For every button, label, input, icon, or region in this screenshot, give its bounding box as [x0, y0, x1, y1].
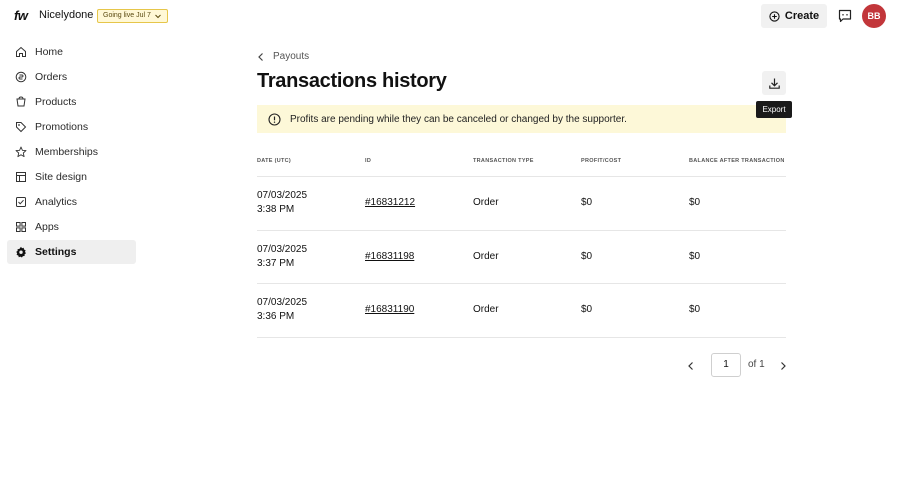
- cell-time: 3:36 PM: [257, 311, 295, 323]
- go-live-label: Going live Jul 7: [103, 12, 151, 19]
- gear-icon: [15, 246, 27, 258]
- chevron-left-icon: [258, 52, 263, 61]
- store-name[interactable]: Nicelydone: [39, 9, 93, 21]
- cell-time: 3:37 PM: [257, 257, 295, 269]
- cell-balance: $0: [689, 304, 701, 316]
- cell-datetime: 07/03/2025 3:38 PM: [257, 189, 365, 217]
- cell-type: Order: [473, 197, 499, 209]
- sidebar-item-promotions[interactable]: Promotions: [7, 115, 136, 139]
- messages-button[interactable]: [836, 7, 854, 25]
- chevron-down-icon: [155, 14, 161, 19]
- cell-profit: $0: [581, 250, 593, 262]
- sidebar-item-label: Site design: [35, 171, 87, 183]
- cell-type: Order: [473, 250, 499, 262]
- sidebar-item-label: Home: [35, 46, 64, 58]
- transaction-id-link[interactable]: #16831212: [365, 196, 473, 210]
- analytics-icon: [15, 196, 27, 208]
- sidebar-item-settings[interactable]: Settings: [7, 240, 136, 264]
- table-row[interactable]: 07/03/2025 3:37 PM #16831198 Order $0 $0: [257, 231, 786, 285]
- create-button[interactable]: Create: [761, 4, 827, 28]
- sidebar-item-label: Promotions: [35, 121, 89, 133]
- sidebar-item-label: Analytics: [35, 196, 78, 208]
- transaction-id-link[interactable]: #16831198: [365, 250, 473, 264]
- transaction-id-link[interactable]: #16831190: [365, 303, 473, 317]
- plus-circle-icon: [769, 10, 780, 22]
- page-number-input[interactable]: 1: [711, 353, 741, 377]
- info-icon: [268, 112, 281, 126]
- cell-profit: $0: [581, 304, 593, 316]
- apps-icon: [15, 221, 27, 233]
- create-label: Create: [784, 10, 820, 22]
- sidebar: Home Orders Products Promotions Membersh…: [7, 40, 136, 265]
- column-header-date[interactable]: DATE (UTC): [257, 157, 365, 166]
- cell-date: 07/03/2025: [257, 243, 308, 255]
- go-live-badge[interactable]: Going live Jul 7: [97, 9, 168, 23]
- breadcrumb-payouts[interactable]: Payouts: [273, 51, 309, 62]
- layout-icon: [15, 171, 27, 183]
- sidebar-item-apps[interactable]: Apps: [7, 215, 136, 239]
- banner-text: Profits are pending while they can be ca…: [290, 113, 627, 125]
- previous-page-button[interactable]: [685, 359, 697, 371]
- cell-type: Order: [473, 304, 499, 316]
- brand-logo[interactable]: fw: [14, 8, 28, 23]
- pagination: 1 of 1: [682, 353, 792, 377]
- page-count-label: of 1: [748, 359, 765, 370]
- breadcrumb[interactable]: Payouts: [257, 51, 309, 62]
- sidebar-item-label: Memberships: [35, 146, 99, 158]
- table-header: DATE (UTC) ID TRANSACTION TYPE PROFIT/CO…: [257, 147, 786, 177]
- sidebar-item-memberships[interactable]: Memberships: [7, 140, 136, 164]
- avatar[interactable]: BB: [862, 4, 886, 28]
- cell-date: 07/03/2025: [257, 297, 308, 309]
- chat-icon: [838, 9, 852, 23]
- home-icon: [15, 46, 27, 58]
- sidebar-item-home[interactable]: Home: [7, 40, 136, 64]
- sidebar-item-products[interactable]: Products: [7, 90, 136, 114]
- column-header-id[interactable]: ID: [365, 157, 473, 166]
- cell-datetime: 07/03/2025 3:37 PM: [257, 243, 365, 271]
- export-tooltip: Export: [756, 101, 792, 118]
- page-title: Transactions history: [257, 70, 447, 92]
- column-header-balance[interactable]: BALANCE AFTER TRANSACTION: [689, 157, 786, 166]
- transactions-table: DATE (UTC) ID TRANSACTION TYPE PROFIT/CO…: [257, 147, 786, 338]
- tag-icon: [15, 121, 27, 133]
- cell-profit: $0: [581, 197, 593, 209]
- sidebar-item-label: Settings: [35, 246, 77, 258]
- chevron-right-icon: [781, 362, 786, 370]
- next-page-button[interactable]: [777, 359, 789, 371]
- export-button[interactable]: [762, 71, 786, 95]
- cell-datetime: 07/03/2025 3:36 PM: [257, 296, 365, 324]
- sidebar-item-site-design[interactable]: Site design: [7, 165, 136, 189]
- top-bar: fw Nicelydone Going live Jul 7 Create BB: [0, 0, 900, 32]
- products-icon: [15, 96, 27, 108]
- star-icon: [15, 146, 27, 158]
- table-row[interactable]: 07/03/2025 3:36 PM #16831190 Order $0 $0: [257, 284, 786, 338]
- orders-icon: [15, 71, 27, 83]
- download-icon: [768, 78, 780, 89]
- cell-date: 07/03/2025: [257, 190, 308, 202]
- cell-balance: $0: [689, 197, 701, 209]
- sidebar-item-analytics[interactable]: Analytics: [7, 190, 136, 214]
- sidebar-item-label: Products: [35, 96, 77, 108]
- cell-time: 3:38 PM: [257, 204, 295, 216]
- column-header-profit[interactable]: PROFIT/COST: [581, 157, 689, 166]
- sidebar-item-label: Apps: [35, 221, 59, 233]
- cell-balance: $0: [689, 250, 701, 262]
- sidebar-item-orders[interactable]: Orders: [7, 65, 136, 89]
- column-header-type[interactable]: TRANSACTION TYPE: [473, 157, 581, 166]
- sidebar-item-label: Orders: [35, 71, 68, 83]
- chevron-left-icon: [688, 362, 693, 370]
- table-row[interactable]: 07/03/2025 3:38 PM #16831212 Order $0 $0: [257, 177, 786, 231]
- pending-info-banner: Profits are pending while they can be ca…: [257, 105, 786, 133]
